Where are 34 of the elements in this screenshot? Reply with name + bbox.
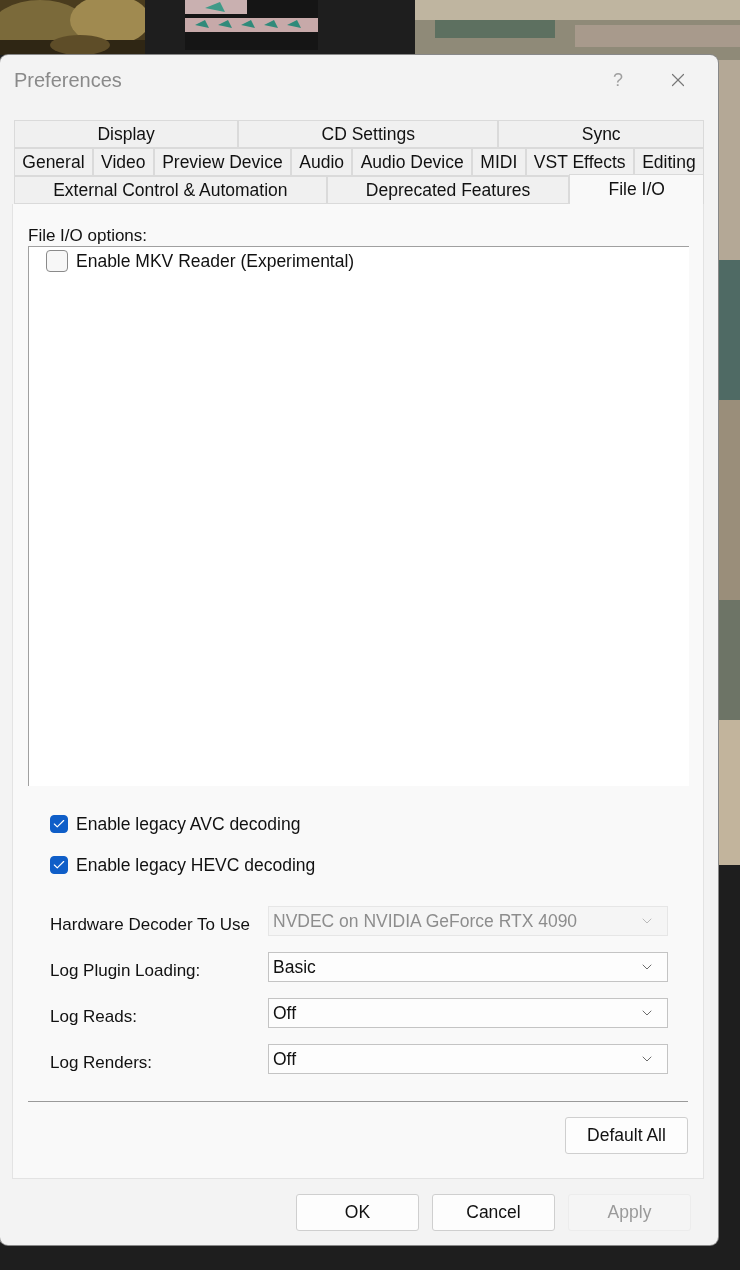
checkbox-label: Enable MKV Reader (Experimental) xyxy=(76,250,355,272)
tab[interactable]: File I/O xyxy=(569,174,704,204)
setting-label: Log Reads: xyxy=(50,1006,138,1027)
window-title: Preferences xyxy=(14,68,123,92)
tab[interactable]: Audio xyxy=(291,148,353,176)
setting-label: Log Renders: xyxy=(50,1052,154,1073)
tab[interactable]: External Control & Automation xyxy=(14,176,327,204)
tab[interactable]: Video xyxy=(92,148,154,176)
tab[interactable]: Editing xyxy=(633,148,704,176)
dialog-button[interactable]: Cancel xyxy=(432,1194,555,1231)
default-all-button[interactable]: Default All xyxy=(565,1117,688,1154)
dropdown[interactable]: Off xyxy=(268,1044,668,1074)
tab[interactable]: MIDI xyxy=(472,148,526,176)
dialog-button[interactable]: OK xyxy=(296,1194,419,1231)
checkbox-label: Enable legacy HEVC decoding xyxy=(76,854,316,876)
tab[interactable]: VST Effects xyxy=(525,148,634,176)
tab[interactable]: Deprecated Features xyxy=(326,176,570,204)
checkbox[interactable] xyxy=(50,815,68,833)
tab[interactable]: Sync xyxy=(498,120,704,148)
dropdown[interactable]: Basic xyxy=(268,952,668,982)
list-label: File I/O options: xyxy=(28,226,149,246)
dropdown[interactable]: Off xyxy=(268,998,668,1028)
tab[interactable]: Display xyxy=(14,120,239,148)
check-icon xyxy=(52,817,66,831)
tab[interactable]: General xyxy=(14,148,93,176)
checkbox-label: Enable legacy AVC decoding xyxy=(76,813,301,835)
tab[interactable]: CD Settings xyxy=(238,120,499,148)
tab[interactable]: Preview Device xyxy=(153,148,291,176)
tab[interactable]: Audio Device xyxy=(352,148,473,176)
setting-label: Hardware Decoder To Use xyxy=(50,914,251,935)
checkbox[interactable] xyxy=(50,856,68,874)
checkbox[interactable] xyxy=(46,250,68,272)
check-icon xyxy=(52,858,66,872)
setting-label: Log Plugin Loading: xyxy=(50,960,202,981)
